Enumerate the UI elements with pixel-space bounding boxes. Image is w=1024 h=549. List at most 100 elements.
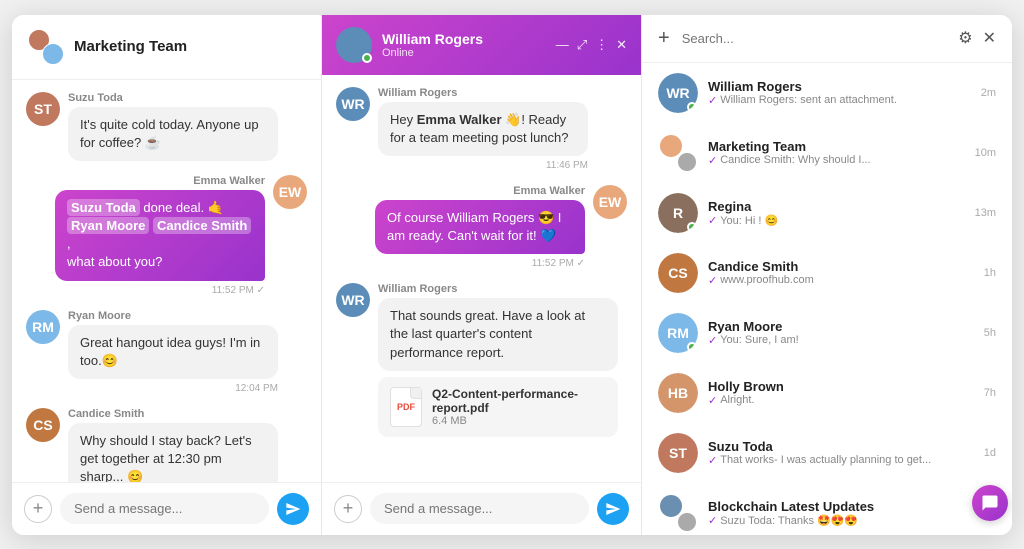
more-icon[interactable]: ⋮: [595, 37, 608, 53]
dm-header-avatar: [336, 27, 372, 63]
new-contact-button[interactable]: +: [658, 27, 670, 50]
msg-sender: Emma Walker: [375, 185, 585, 197]
avatar: R: [658, 193, 698, 233]
msg-content: William Rogers That sounds great. Have a…: [378, 283, 618, 437]
contact-name: Blockchain Latest Updates: [708, 499, 974, 514]
contact-name: Ryan Moore: [708, 319, 974, 334]
check-icon: ✓: [708, 274, 717, 287]
contact-preview: ✓ Candice Smith: Why should I...: [708, 154, 965, 167]
msg-content: Emma Walker Of course William Rogers 😎 I…: [375, 185, 585, 269]
contact-preview: ✓ That works- I was actually planning to…: [708, 454, 974, 467]
msg-bubble: That sounds great. Have a look at the la…: [378, 298, 618, 371]
msg-bubble-sent: Suzu Toda done deal. 🤙 Ryan Moore Candic…: [55, 190, 265, 281]
avatar: RM: [26, 310, 60, 344]
msg-sender: William Rogers: [378, 283, 618, 295]
settings-icon[interactable]: ⚙: [958, 28, 972, 48]
contact-time: 13m: [975, 207, 996, 219]
left-send-button[interactable]: [277, 493, 309, 525]
avatar: EW: [273, 175, 307, 209]
msg-content: Candice Smith Why should I stay back? Le…: [68, 408, 278, 482]
file-attachment[interactable]: PDF Q2-Content-performance-report.pdf 6.…: [378, 377, 618, 437]
left-message-input[interactable]: [60, 493, 269, 524]
msg-content: Suzu Toda It's quite cold today. Anyone …: [68, 92, 278, 161]
msg-time: 11:46 PM: [378, 160, 588, 171]
middle-attachment-button[interactable]: +: [334, 495, 362, 523]
preview-text: William Rogers: sent an attachment.: [720, 94, 897, 106]
check-icon: ✓: [708, 514, 717, 527]
check-icon: ✓: [708, 454, 717, 467]
avatar: RM: [658, 313, 698, 353]
contact-item[interactable]: ST Suzu Toda ✓ That works- I was actuall…: [642, 423, 1012, 483]
avatar: WR: [336, 87, 370, 121]
contacts-header: + ⚙ ✕: [642, 15, 1012, 63]
preview-text: Suzu Toda: Thanks 🤩😍😍: [720, 514, 858, 527]
contact-name: Candice Smith: [708, 259, 974, 274]
contact-name: Regina: [708, 199, 965, 214]
contact-preview: ✓ Suzu Toda: Thanks 🤩😍😍: [708, 514, 974, 527]
check-icon: ✓: [708, 214, 717, 227]
contact-item[interactable]: HB Holly Brown ✓ Alright. 7h: [642, 363, 1012, 423]
contact-info: William Rogers ✓ William Rogers: sent an…: [708, 79, 971, 107]
close-icon[interactable]: ✕: [616, 37, 627, 53]
check-icon: ✓: [708, 94, 717, 107]
group-avatar: [658, 133, 698, 173]
dm-header: William Rogers Online — ⤢ ⋮ ✕: [322, 15, 641, 75]
contact-time: 5h: [984, 327, 996, 339]
avatar: CS: [658, 253, 698, 293]
avatar-circle: HB: [658, 373, 698, 413]
contact-time: 1h: [984, 267, 996, 279]
group-avatar: [658, 493, 698, 533]
avatar: WR: [658, 73, 698, 113]
group-chat-header: Marketing Team: [12, 15, 321, 80]
msg-sender: William Rogers: [378, 87, 588, 99]
middle-message-input[interactable]: [370, 493, 589, 524]
contact-item[interactable]: R Regina ✓ You: Hi ! 😊 13m: [642, 183, 1012, 243]
group-header-avatar: [28, 29, 64, 65]
contact-item[interactable]: Marketing Team ✓ Candice Smith: Why shou…: [642, 123, 1012, 183]
avatar: CS: [26, 408, 60, 442]
avatar-circle: CS: [658, 253, 698, 293]
close-contacts-icon[interactable]: ✕: [983, 28, 996, 48]
contact-info: Candice Smith ✓ www.proofhub.com: [708, 259, 974, 287]
preview-text: www.proofhub.com: [720, 274, 814, 286]
msg-content: William Rogers Hey Emma Walker 👋! Ready …: [378, 87, 588, 171]
contact-time: 10m: [975, 147, 996, 159]
contact-preview: ✓ William Rogers: sent an attachment.: [708, 94, 971, 107]
panel-right: + ⚙ ✕ WR William Rogers ✓ William Rogers…: [642, 15, 1012, 535]
preview-text: Alright.: [720, 394, 754, 406]
preview-text: You: Sure, I am!: [720, 334, 798, 346]
group-chat-title: Marketing Team: [74, 38, 187, 55]
contact-item[interactable]: Blockchain Latest Updates ✓ Suzu Toda: T…: [642, 483, 1012, 535]
contact-item[interactable]: WR William Rogers ✓ William Rogers: sent…: [642, 63, 1012, 123]
contact-item[interactable]: RM Ryan Moore ✓ You: Sure, I am! 5h: [642, 303, 1012, 363]
msg-time: 11:52 PM ✓: [375, 258, 585, 269]
online-dot: [687, 342, 697, 352]
pdf-icon: PDF: [390, 387, 422, 427]
expand-icon[interactable]: ⤢: [577, 37, 587, 53]
contact-name: Suzu Toda: [708, 439, 974, 454]
msg-sender: Emma Walker: [55, 175, 265, 187]
chat-fab[interactable]: [972, 485, 1008, 521]
contact-item[interactable]: CS Candice Smith ✓ www.proofhub.com 1h: [642, 243, 1012, 303]
msg-bubble: Hey Emma Walker 👋! Ready for a team meet…: [378, 102, 588, 156]
contact-time: 1d: [984, 447, 996, 459]
middle-send-button[interactable]: [597, 493, 629, 525]
avatar-circle: ST: [658, 433, 698, 473]
msg-content: Ryan Moore Great hangout idea guys! I'm …: [68, 310, 278, 394]
search-input[interactable]: [682, 27, 951, 50]
send-icon: [605, 501, 621, 517]
msg-bubble: Great hangout idea guys! I'm in too.😊: [68, 325, 278, 379]
minimize-icon[interactable]: —: [556, 37, 569, 52]
message-row: RM Ryan Moore Great hangout idea guys! I…: [26, 310, 307, 394]
avatar: HB: [658, 373, 698, 413]
contacts-list: WR William Rogers ✓ William Rogers: sent…: [642, 63, 1012, 535]
contact-info: Blockchain Latest Updates ✓ Suzu Toda: T…: [708, 499, 974, 527]
contact-preview: ✓ You: Sure, I am!: [708, 334, 974, 347]
avatar: WR: [336, 283, 370, 317]
message-row: ST Suzu Toda It's quite cold today. Anyo…: [26, 92, 307, 161]
contact-info: Regina ✓ You: Hi ! 😊: [708, 199, 965, 227]
file-info: Q2-Content-performance-report.pdf 6.4 MB: [432, 387, 606, 427]
left-attachment-button[interactable]: +: [24, 495, 52, 523]
panel-middle: William Rogers Online — ⤢ ⋮ ✕ WR William…: [322, 15, 642, 535]
dm-contact-name: William Rogers: [382, 31, 546, 47]
